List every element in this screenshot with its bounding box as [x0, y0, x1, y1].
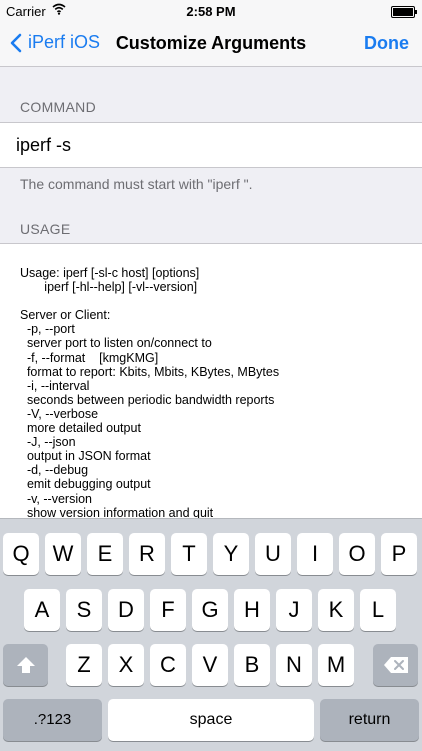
- space-key[interactable]: space: [108, 699, 314, 741]
- key-e[interactable]: E: [87, 533, 123, 575]
- keyboard: Q W E R T Y U I O P A S D F G H J K L Z …: [0, 518, 422, 751]
- usage-section-header: USAGE: [20, 221, 71, 237]
- key-c[interactable]: C: [150, 644, 186, 686]
- command-cell: [0, 122, 422, 168]
- backspace-key[interactable]: [373, 644, 418, 686]
- page-title: Customize Arguments: [115, 33, 307, 53]
- backspace-icon: [383, 657, 408, 673]
- navigation-bar: iPerf iOS Customize Arguments Done: [0, 22, 422, 67]
- command-section-header: COMMAND: [20, 99, 96, 115]
- key-z[interactable]: Z: [66, 644, 102, 686]
- key-q[interactable]: Q: [3, 533, 39, 575]
- key-u[interactable]: U: [255, 533, 291, 575]
- key-g[interactable]: G: [192, 589, 228, 631]
- key-r[interactable]: R: [129, 533, 165, 575]
- key-w[interactable]: W: [45, 533, 81, 575]
- key-y[interactable]: Y: [213, 533, 249, 575]
- key-s[interactable]: S: [66, 589, 102, 631]
- key-p[interactable]: P: [381, 533, 417, 575]
- return-key[interactable]: return: [320, 699, 419, 741]
- key-b[interactable]: B: [234, 644, 270, 686]
- usage-text: Usage: iperf [-sl-c host] [options] iper…: [20, 266, 280, 520]
- key-n[interactable]: N: [276, 644, 312, 686]
- key-i[interactable]: I: [297, 533, 333, 575]
- done-button[interactable]: Done: [364, 33, 409, 54]
- key-j[interactable]: J: [276, 589, 312, 631]
- numbers-key[interactable]: .?123: [3, 699, 102, 741]
- key-l[interactable]: L: [360, 589, 396, 631]
- shift-icon: [16, 657, 35, 673]
- command-input[interactable]: [16, 135, 396, 156]
- status-bar: Carrier 2:58 PM: [0, 0, 422, 22]
- key-k[interactable]: K: [318, 589, 354, 631]
- key-v[interactable]: V: [192, 644, 228, 686]
- shift-key[interactable]: [3, 644, 48, 686]
- key-t[interactable]: T: [171, 533, 207, 575]
- key-d[interactable]: D: [108, 589, 144, 631]
- key-m[interactable]: M: [318, 644, 354, 686]
- key-x[interactable]: X: [108, 644, 144, 686]
- key-o[interactable]: O: [339, 533, 375, 575]
- usage-cell: Usage: iperf [-sl-c host] [options] iper…: [0, 243, 422, 544]
- key-a[interactable]: A: [24, 589, 60, 631]
- key-h[interactable]: H: [234, 589, 270, 631]
- battery-icon: [391, 6, 417, 18]
- clock: 2:58 PM: [186, 4, 236, 19]
- key-f[interactable]: F: [150, 589, 186, 631]
- command-section-footer: The command must start with "iperf ".: [20, 176, 253, 192]
